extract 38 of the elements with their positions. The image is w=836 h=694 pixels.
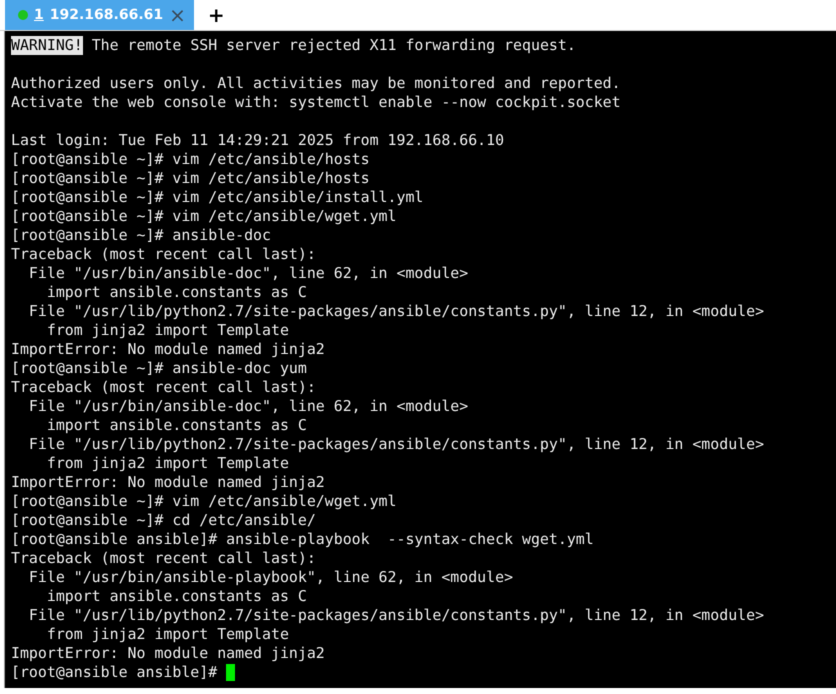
- terminal-line: [root@ansible ~]# vim /etc/ansible/install.yml: [11, 188, 424, 207]
- terminal-line: from jinja2 import Template: [46, 321, 289, 340]
- terminal-line: [root@ansible ansible]# ansible-playbook --syntax-check wget.yml: [11, 530, 594, 549]
- terminal-line: The remote SSH server rejected X11 forwarding request.: [90, 36, 576, 55]
- terminal-line: from jinja2 import Template: [46, 625, 289, 644]
- terminal-line: File "/usr/lib/python2.7/site-packages/ansible/constants.py", line 12, in <module>: [28, 606, 764, 625]
- close-button[interactable]: ×: [169, 3, 186, 27]
- tab-title: 192.168.66.61: [50, 7, 164, 23]
- terminal-line: Traceback (most recent call last):: [11, 378, 316, 397]
- terminal-line: [root@ansible ~]# vim /etc/ansible/hosts: [11, 169, 370, 188]
- terminal-tab[interactable]: 1 192.168.66.61 ×: [5, 0, 194, 30]
- terminal-line: Traceback (most recent call last):: [11, 549, 316, 568]
- terminal-line: import ansible.constants as C: [46, 587, 307, 606]
- terminal-line: File "/usr/bin/ansible-doc", line 62, in <module>: [28, 264, 468, 283]
- terminal-line: [root@ansible ~]# ansible-doc yum: [11, 359, 307, 378]
- terminal-line: import ansible.constants as C: [46, 416, 307, 435]
- terminal-line: ImportError: No module named jinja2: [11, 473, 325, 492]
- terminal-line: Activate the web console with: systemctl enable --now cockpit.socket: [11, 93, 621, 112]
- terminal-line: [root@ansible ~]# vim /etc/ansible/wget.yml: [11, 492, 396, 511]
- terminal-line: [root@ansible ~]# ansible-doc: [11, 226, 271, 245]
- shell-prompt: [root@ansible ansible]#: [11, 663, 218, 682]
- terminal-line: File "/usr/bin/ansible-playbook", line 62, in <module>: [28, 568, 514, 587]
- terminal-line: [root@ansible ~]# cd /etc/ansible/: [11, 511, 316, 530]
- terminal-line: File "/usr/lib/python2.7/site-packages/ansible/constants.py", line 12, in <module>: [28, 302, 764, 321]
- terminal-line: from jinja2 import Template: [46, 454, 289, 473]
- terminal-line: Authorized users only. All activities may be monitored and reported.: [11, 74, 621, 93]
- terminal-line: Last login: Tue Feb 11 14:29:21 2025 from 192.168.66.10: [11, 131, 504, 150]
- terminal-line: [root@ansible ~]# vim /etc/ansible/hosts: [11, 150, 370, 169]
- warning-label: WARNING!: [11, 36, 83, 55]
- new-tab-button[interactable]: +: [202, 0, 231, 30]
- terminal-line: ImportError: No module named jinja2: [11, 340, 325, 359]
- terminal-line: [root@ansible ~]# vim /etc/ansible/wget.yml: [11, 207, 396, 226]
- terminal-line: File "/usr/bin/ansible-doc", line 62, in <module>: [28, 397, 468, 416]
- tab-number: 1: [34, 7, 44, 23]
- terminal-line: Traceback (most recent call last):: [11, 245, 316, 264]
- terminal-line: import ansible.constants as C: [46, 283, 307, 302]
- terminal-line: ImportError: No module named jinja2: [11, 644, 325, 663]
- terminal-line: File "/usr/lib/python2.7/site-packages/ansible/constants.py", line 12, in <module>: [28, 435, 764, 454]
